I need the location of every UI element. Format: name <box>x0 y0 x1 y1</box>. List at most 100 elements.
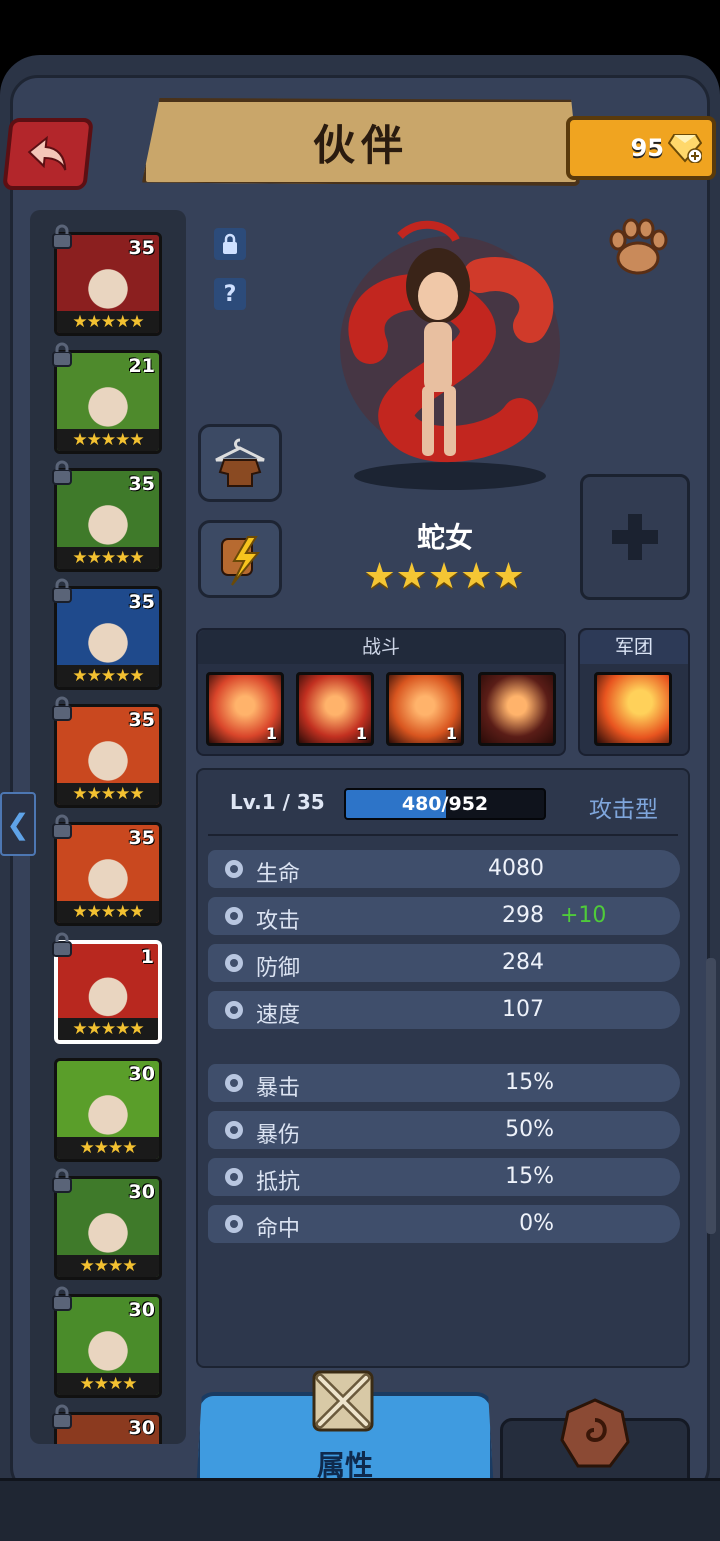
rune-stone-icon <box>560 1398 630 1468</box>
lock-toggle-button[interactable] <box>214 228 246 260</box>
stats-panel: Lv.1 / 35 480/952 攻击型 生命 4080 攻击 298 +10 防御 28… <box>196 768 690 1368</box>
gem-counter-button[interactable]: 95 <box>566 116 716 180</box>
lock-icon <box>223 233 237 254</box>
lock-icon <box>52 224 72 249</box>
stat-name: 速度 <box>256 1003 301 1028</box>
skill-count: 1 <box>445 724 457 743</box>
question-mark-icon: ? <box>223 281 237 307</box>
hero-card-stars: ★★★★★ <box>57 783 159 805</box>
hero-card-level: 30 <box>128 1063 155 1085</box>
back-button[interactable] <box>2 118 94 190</box>
hero-card-level: 35 <box>128 237 155 259</box>
chevron-left-icon: ❮ <box>6 807 30 841</box>
stat-name: 暴击 <box>256 1076 301 1101</box>
scrollbar-thumb[interactable] <box>706 958 716 1234</box>
stat-name: 防御 <box>256 956 301 981</box>
heart-icon <box>225 860 243 878</box>
stat-name: 生命 <box>256 862 301 887</box>
hero-card-level: 30 <box>128 1299 155 1321</box>
stat-row: 抵抗 15% <box>208 1158 680 1196</box>
sword-locked-skill-icon[interactable] <box>478 672 556 746</box>
stat-value: 107 <box>502 997 544 1022</box>
xp-current: 480 <box>401 793 442 815</box>
stat-row: 防御 284 <box>208 944 680 982</box>
lock-icon <box>52 1404 72 1429</box>
gem-plus-icon <box>668 134 702 163</box>
hero-card-stars: ★★★★ <box>57 1255 159 1277</box>
lock-icon <box>52 932 72 957</box>
stat-value: 50% <box>505 1117 554 1142</box>
stat-row: 暴击 15% <box>208 1064 680 1102</box>
attack-icon <box>225 907 243 925</box>
lock-icon <box>52 578 72 603</box>
hero-card-stars: ★★★★★ <box>57 547 159 569</box>
stat-row: 攻击 298 +10 <box>208 897 680 935</box>
hero-card[interactable]: 30 ★★★★ <box>54 1058 162 1162</box>
hero-portrait <box>340 220 560 490</box>
paw-icon[interactable] <box>606 216 670 278</box>
hero-star-rating: ★★★★★ <box>363 556 525 597</box>
hero-card-level: 35 <box>128 827 155 849</box>
lock-icon <box>52 1168 72 1193</box>
stat-value: 4080 <box>488 856 544 881</box>
add-slot-button[interactable] <box>580 474 690 600</box>
xp-max: /952 <box>441 793 489 815</box>
stat-row: 命中 0% <box>208 1205 680 1243</box>
hero-name: 蛇女 <box>416 521 473 554</box>
stat-row: 生命 4080 <box>208 850 680 888</box>
hero-card-stars: ★★★★ <box>57 1137 159 1159</box>
skull-flame-skill-icon[interactable]: 1 <box>386 672 464 746</box>
stat-name: 抵抗 <box>256 1170 301 1195</box>
stat-bonus: +10 <box>560 903 607 928</box>
stat-value: 0% <box>519 1211 554 1236</box>
hero-card-stars: ★★★★★ <box>57 311 159 333</box>
stat-name: 攻击 <box>256 909 301 934</box>
hero-card-stars: ★★★★★ <box>58 1018 158 1040</box>
legion-skills-header: 军团 <box>580 630 688 664</box>
title-banner: 伙伴 <box>142 98 580 186</box>
stat-name: 暴伤 <box>256 1123 301 1148</box>
page-title: 伙伴 <box>312 120 409 170</box>
accuracy-icon <box>225 1215 243 1233</box>
lock-icon <box>52 1286 72 1311</box>
stat-value: 298 <box>502 903 544 928</box>
lock-icon <box>52 814 72 839</box>
stat-row: 暴伤 50% <box>208 1111 680 1149</box>
roster-collapse-button[interactable]: ❮ <box>0 792 36 856</box>
power-up-button[interactable] <box>198 520 282 598</box>
lock-icon <box>52 460 72 485</box>
hero-card-level: 1 <box>140 946 154 968</box>
stat-name: 命中 <box>256 1217 301 1242</box>
lock-icon <box>52 696 72 721</box>
plus-icon <box>612 514 658 560</box>
crit-damage-icon <box>225 1121 243 1139</box>
hero-roster-list[interactable]: 35 ★★★★★ 21 ★★★★★ 35 ★★★★★ 35 ★★★★★ 35 ★★★★★ 35 ★★★… <box>30 210 186 1444</box>
gem-count: 95 <box>630 134 664 162</box>
armor-hanger-icon <box>215 438 265 487</box>
level-label: Lv.1 / 35 <box>230 790 325 814</box>
resist-icon <box>225 1168 243 1186</box>
crossed-swords-icon <box>312 1370 374 1432</box>
hero-card-stars: ★★★★ <box>57 1373 159 1395</box>
help-button[interactable]: ? <box>214 278 246 310</box>
skill-count: 1 <box>355 724 367 743</box>
hero-card-level: 35 <box>128 591 155 613</box>
fist-lightning-icon <box>221 536 261 586</box>
xp-progress-bar: 480/952 <box>344 788 546 820</box>
stats-divider <box>208 834 678 836</box>
lock-icon <box>52 342 72 367</box>
equipment-button[interactable] <box>198 424 282 502</box>
hero-type-label: 攻击型 <box>589 797 658 823</box>
fire-legion-skill-icon[interactable] <box>594 672 672 746</box>
stat-value: 15% <box>505 1070 554 1095</box>
stat-value: 284 <box>502 950 544 975</box>
snake-strike-skill-icon[interactable]: 1 <box>296 672 374 746</box>
hero-card-level: 21 <box>128 355 155 377</box>
snake-woman-skill-icon[interactable]: 1 <box>206 672 284 746</box>
stat-value: 15% <box>505 1164 554 1189</box>
shield-icon <box>225 954 243 972</box>
hero-card-stars: ★★★★★ <box>57 665 159 687</box>
hero-card-level: 30 <box>128 1181 155 1203</box>
battle-skills-header: 战斗 <box>198 630 564 664</box>
hero-card-stars: ★★★★★ <box>57 429 159 451</box>
